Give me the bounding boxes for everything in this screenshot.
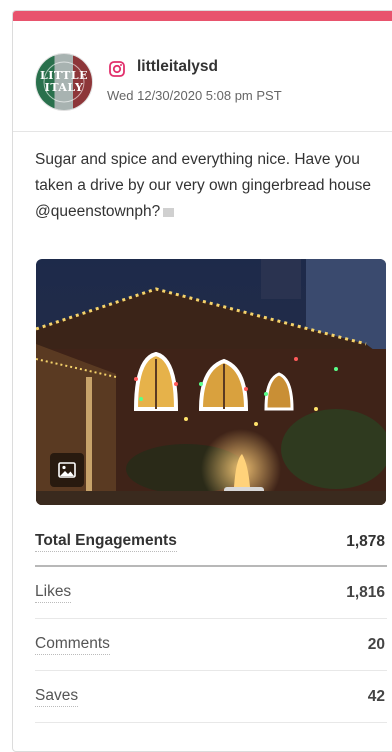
gingerbread-house-photo [36,259,386,505]
instagram-icon [109,61,125,77]
avatar-line-2: ITALY [44,81,84,94]
stat-row-total-engagements: Total Engagements 1,878 [35,519,387,567]
post-image[interactable] [36,259,386,505]
stat-row-likes: Likes 1,816 [35,567,387,619]
post-header: LITTLE ITALY littleitalysd Wed 12/30/202… [13,21,392,132]
profile-username[interactable]: littleitalysd [137,58,218,76]
stat-label[interactable]: Comments [35,635,110,655]
post-card: LITTLE ITALY littleitalysd Wed 12/30/202… [12,10,392,752]
caption-text: Sugar and spice and everything nice. Hav… [35,151,372,220]
stat-value: 1,816 [346,583,385,601]
stat-row-saves: Saves 42 [35,671,387,723]
stat-label[interactable]: Likes [35,583,72,603]
engagement-stats: Total Engagements 1,878 Likes 1,816 Comm… [35,519,387,723]
stat-label[interactable]: Saves [35,687,79,707]
network-accent-bar [13,11,392,21]
stat-label[interactable]: Total Engagements [35,532,177,552]
emoji-placeholder [163,208,175,217]
image-icon [50,453,84,487]
stat-row-comments: Comments 20 [35,619,387,671]
stat-value: 20 [367,635,385,653]
stat-value: 1,878 [346,533,385,550]
stat-value: 42 [367,687,385,705]
avatar[interactable]: LITTLE ITALY [35,53,93,111]
post-timestamp: Wed 12/30/2020 5:08 pm PST [107,88,282,103]
post-caption: Sugar and spice and everything nice. Hav… [35,147,385,225]
avatar-logo-text: LITTLE ITALY [36,54,92,110]
